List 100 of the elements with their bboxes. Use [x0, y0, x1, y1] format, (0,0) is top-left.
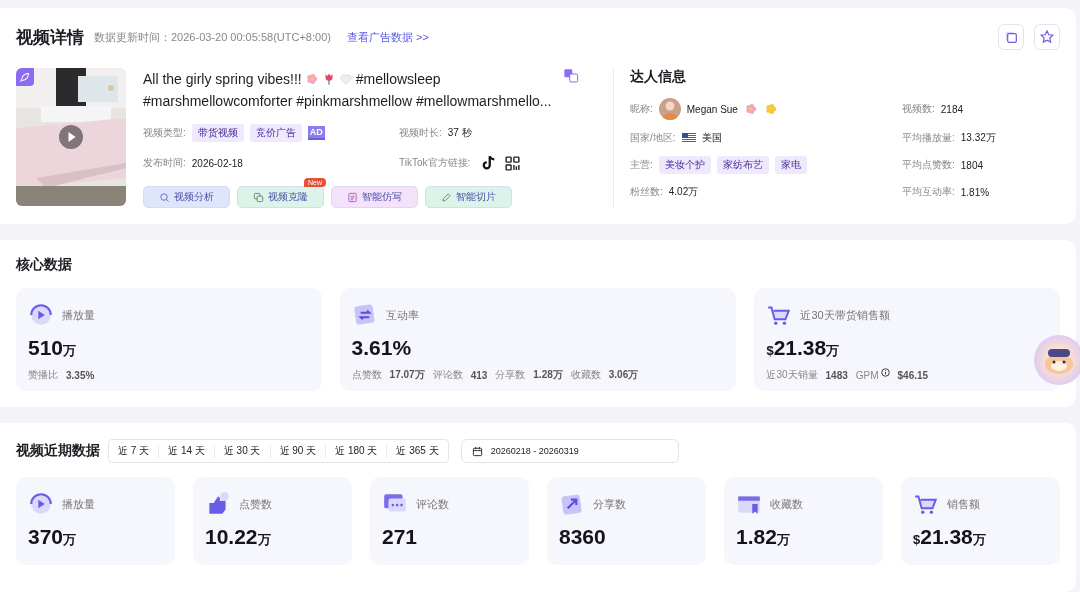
search-icon — [159, 191, 170, 203]
stat-label: 收藏数 — [770, 496, 803, 512]
detail-label: 分享数 — [495, 368, 526, 382]
field-label: 昵称: — [630, 102, 653, 116]
action-button[interactable]: 视频分析 — [143, 186, 230, 208]
update-time: 数据更新时间：2026-03-20 00:05:58(UTC+8:00) — [94, 29, 331, 45]
field-label: 平均点赞数: — [902, 158, 955, 172]
field-label: 平均互动率: — [902, 185, 955, 199]
qr-code-icon — [504, 154, 522, 172]
star-icon — [1039, 29, 1055, 45]
field-label: 视频时长: — [399, 126, 442, 140]
field-label: 视频类型: — [143, 126, 186, 140]
field-value: 37 秒 — [447, 126, 472, 140]
category-tag: 家电 — [774, 156, 807, 174]
stat-label: 分享数 — [593, 496, 626, 512]
stat-value: 3.61% — [351, 336, 412, 360]
range-tab[interactable]: 近 30 天 — [213, 444, 270, 458]
section-title: 达人信息 — [630, 68, 687, 86]
sunflower-icon — [763, 102, 778, 116]
category-tag: 美妆个护 — [658, 156, 711, 174]
video-hashtag: #mellowsleep — [355, 70, 441, 89]
blossom-icon — [304, 72, 319, 86]
field-label: 国家/地区: — [630, 131, 676, 145]
unit-label: 万 — [776, 532, 790, 549]
field-label: 粉丝数: — [630, 185, 663, 199]
field-label: 视频数: — [902, 102, 935, 116]
copy-icon — [253, 191, 264, 203]
range-tab[interactable]: 近 365 天 — [386, 444, 448, 458]
detail-value: 3.06万 — [608, 368, 639, 382]
range-tab[interactable]: 近 14 天 — [158, 444, 214, 458]
stat-label: 评论数 — [416, 496, 449, 512]
date-range-field[interactable]: 20260218 - 20260319 — [460, 439, 679, 463]
currency-sign: $ — [913, 532, 921, 547]
currency-sign: $ — [766, 343, 774, 358]
field-value: 13.32万 — [960, 131, 996, 145]
stat-value: 1.82 — [736, 525, 777, 549]
stat-label: 互动率 — [385, 307, 419, 323]
field-label: 主营: — [630, 158, 653, 172]
avatar — [658, 98, 681, 120]
stat-icon — [28, 491, 54, 517]
detail-label: 近30天销量 — [766, 368, 818, 382]
section-title: 核心数据 — [16, 256, 73, 274]
field-label: TikTok官方链接: — [399, 156, 471, 170]
stat-label: 点赞数 — [239, 496, 272, 512]
detail-value: 1483 — [825, 369, 848, 381]
translate-icon — [563, 68, 579, 84]
detail-label: 赞播比 — [28, 368, 58, 382]
field-value: 1.81% — [960, 186, 990, 198]
range-tab[interactable]: 近 90 天 — [269, 444, 326, 458]
stat-label: 销售额 — [947, 496, 980, 512]
unit-label: 万 — [257, 532, 271, 549]
detail-value: 413 — [470, 369, 488, 381]
video-type-tag: 带货视频 — [191, 124, 244, 142]
section-title: 视频近期数据 — [16, 442, 100, 460]
flag-icon — [681, 133, 696, 143]
blossom-icon — [743, 102, 758, 116]
stat-value: 10.22 — [205, 525, 258, 549]
stat-value: 271 — [382, 525, 418, 549]
stat-label: 播放量 — [62, 307, 95, 323]
heart-icon — [338, 72, 353, 86]
stat-label: 播放量 — [62, 496, 95, 512]
detail-value: $46.15 — [897, 369, 929, 381]
category-tag: 家纺布艺 — [716, 156, 769, 174]
nickname: Megan Sue — [686, 103, 738, 115]
detail-value: 3.35% — [66, 369, 95, 381]
stat-value: 510 — [28, 336, 64, 360]
detail-value: 1.28万 — [533, 368, 563, 382]
video-hashtags: #marshmellowcomforter #pinkmarshmellow #mellowmarshmello... — [143, 92, 553, 111]
action-button[interactable]: 视频克隆 — [237, 186, 324, 208]
field-label: 发布时间: — [143, 156, 186, 170]
action-button[interactable]: 智能切片 — [425, 186, 512, 208]
detail-value: 17.07万 — [389, 368, 425, 382]
unit-label: 万 — [826, 343, 840, 360]
stat-label: 近30天带货销售额 — [800, 307, 890, 323]
detail-label: 收藏数 — [570, 368, 601, 382]
page-title: 视频详情 — [16, 26, 84, 49]
action-button[interactable]: 智能仿写 — [331, 186, 418, 208]
field-value: 4.02万 — [668, 185, 699, 199]
stat-value: 370 — [28, 525, 64, 549]
detail-label: 点赞数 — [351, 368, 382, 382]
calendar-icon — [471, 445, 483, 457]
copy-button[interactable] — [998, 24, 1024, 50]
range-tab[interactable]: 近 180 天 — [325, 444, 387, 458]
detail-label: 评论数 — [432, 368, 463, 382]
stat-value: 21.38 — [920, 525, 973, 549]
field-value: 2184 — [940, 103, 964, 115]
ad-data-link[interactable]: 查看广告数据 >> — [346, 29, 429, 45]
field-value: 2026-02-18 — [191, 157, 243, 169]
range-tab[interactable]: 近 7 天 — [109, 444, 159, 458]
stat-value: 21.38 — [773, 336, 827, 360]
play-icon — [59, 125, 83, 149]
copy-icon — [1003, 29, 1019, 45]
video-type-tag: 竞价广告 — [249, 124, 302, 142]
field-value: 美国 — [701, 131, 722, 145]
stat-icon — [28, 302, 54, 328]
field-label: 平均播放量: — [902, 131, 955, 145]
favorite-button[interactable] — [1034, 24, 1060, 50]
pencil-icon — [441, 191, 452, 203]
unit-label: 万 — [63, 343, 77, 360]
ad-mark: AD — [307, 126, 325, 140]
